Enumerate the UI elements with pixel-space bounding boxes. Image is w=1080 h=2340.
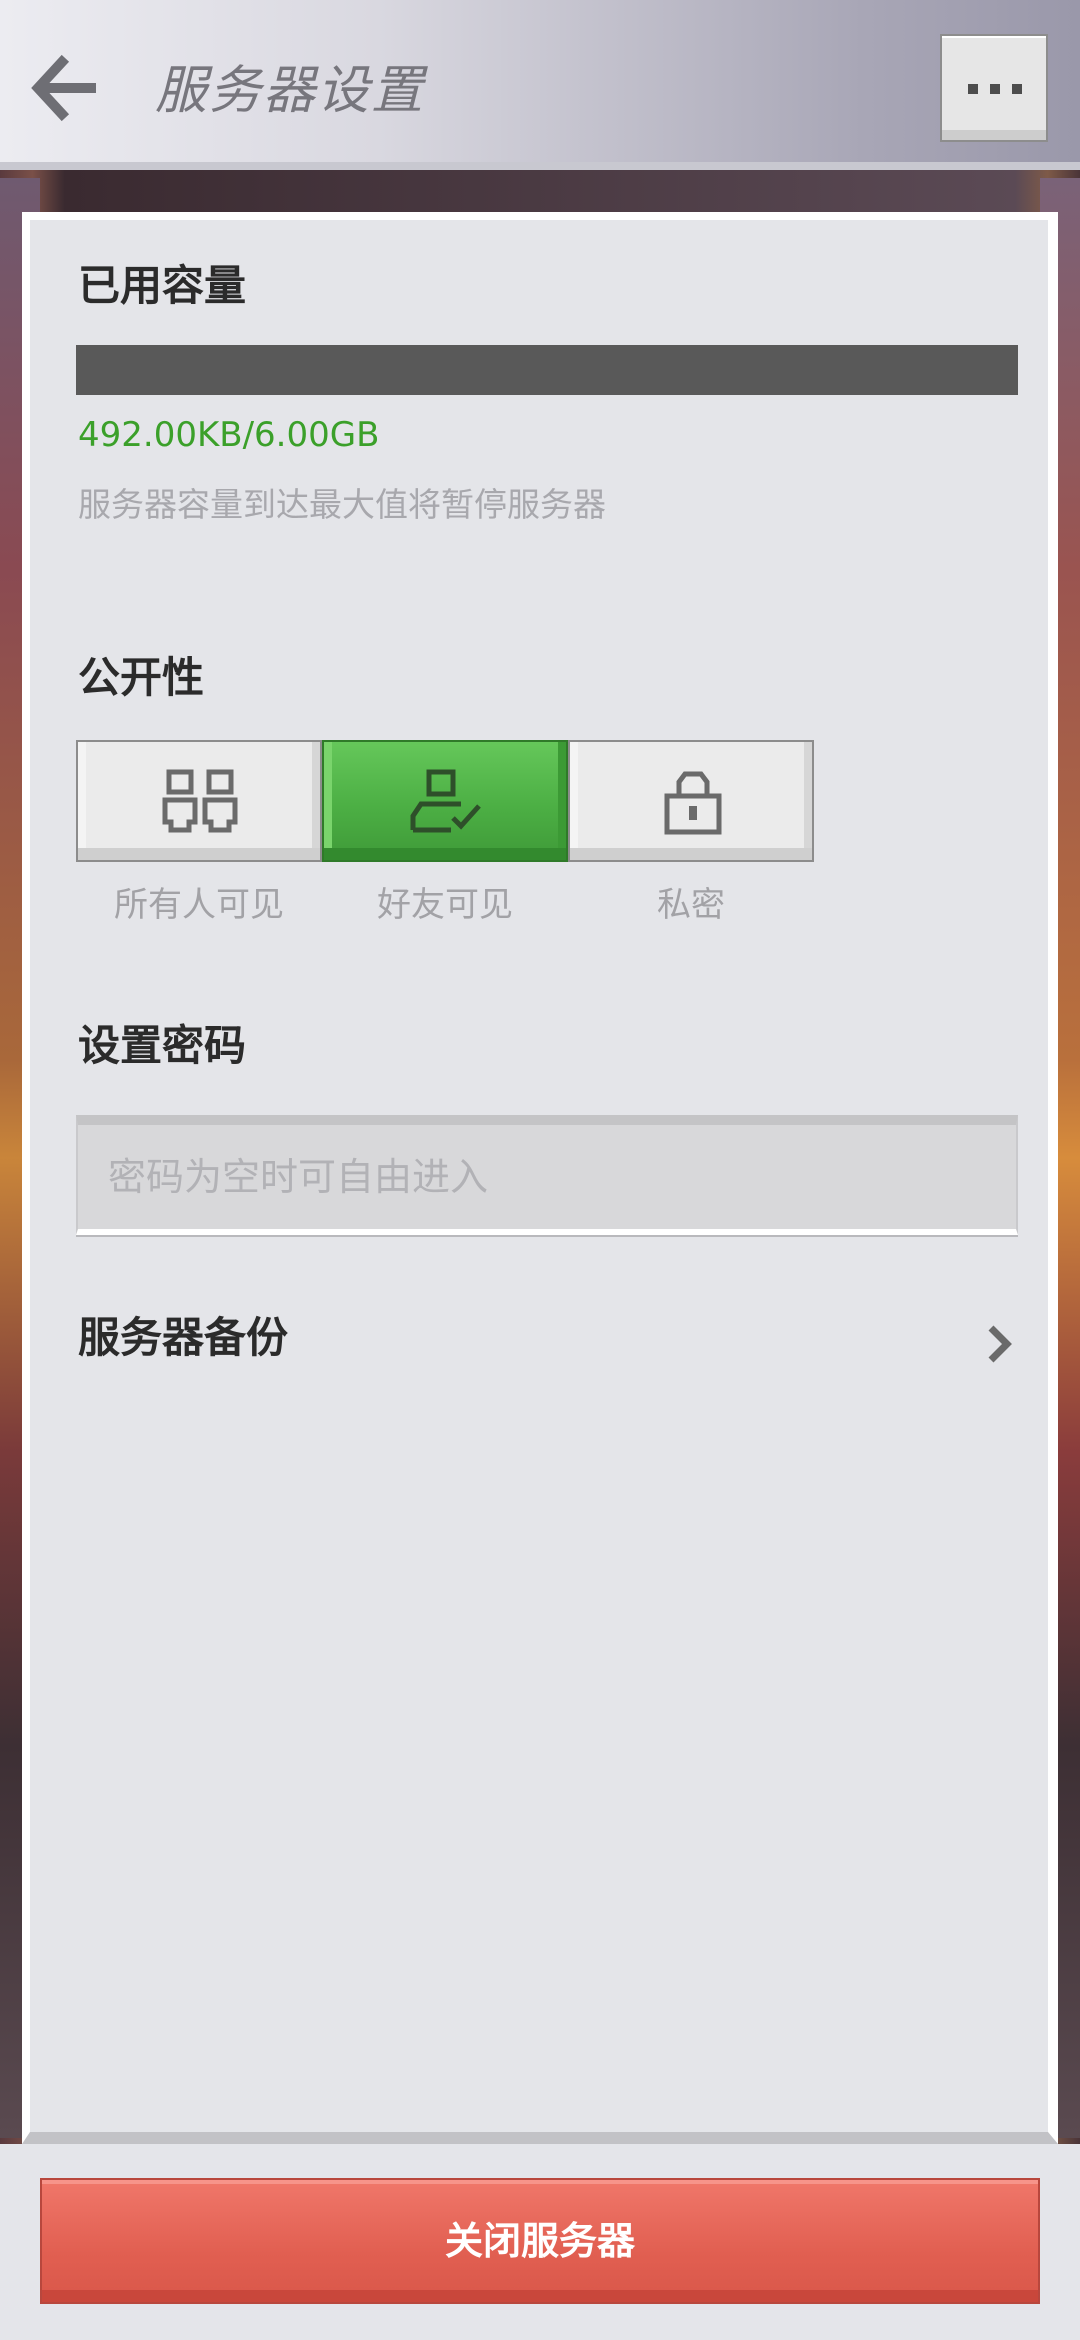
visibility-label-private: 私密 bbox=[657, 885, 725, 925]
visibility-option-friends[interactable] bbox=[322, 740, 568, 862]
chevron-right-icon bbox=[988, 1325, 1012, 1363]
footer-bar: 关闭服务器 bbox=[0, 2144, 1080, 2340]
password-input[interactable] bbox=[76, 1115, 1018, 1235]
close-server-button[interactable]: 关闭服务器 bbox=[40, 2178, 1040, 2304]
visibility-option-public[interactable] bbox=[76, 740, 322, 862]
more-button[interactable] bbox=[940, 34, 1048, 142]
visibility-option-private[interactable] bbox=[568, 740, 814, 862]
page-title: 服务器设置 bbox=[155, 61, 426, 121]
more-dots-icon bbox=[968, 84, 1022, 94]
server-backup-row[interactable]: 服务器备份 bbox=[30, 1290, 1040, 1390]
visibility-label-public: 所有人可见 bbox=[114, 885, 284, 925]
header-bar: 服务器设置 bbox=[0, 0, 1080, 170]
capacity-usage-text: 492.00KB/6.00GB bbox=[78, 415, 380, 455]
password-title: 设置密码 bbox=[78, 1021, 247, 1070]
settings-panel: 已用容量 492.00KB/6.00GB 服务器容量到达最大值将暂停服务器 公开… bbox=[22, 212, 1058, 2144]
visibility-selector: 所有人可见 好友可见 私密 bbox=[76, 740, 814, 925]
back-button[interactable] bbox=[28, 50, 104, 126]
visibility-label-friends: 好友可见 bbox=[377, 885, 513, 925]
arrow-left-icon bbox=[31, 54, 96, 122]
people-icon bbox=[162, 769, 238, 833]
visibility-title: 公开性 bbox=[78, 653, 205, 702]
backup-title: 服务器备份 bbox=[78, 1313, 289, 1362]
lock-icon bbox=[664, 771, 722, 835]
capacity-hint-text: 服务器容量到达最大值将暂停服务器 bbox=[78, 485, 606, 524]
capacity-progress-bar bbox=[76, 345, 1018, 395]
friend-check-icon bbox=[410, 769, 481, 833]
capacity-title: 已用容量 bbox=[78, 261, 247, 310]
